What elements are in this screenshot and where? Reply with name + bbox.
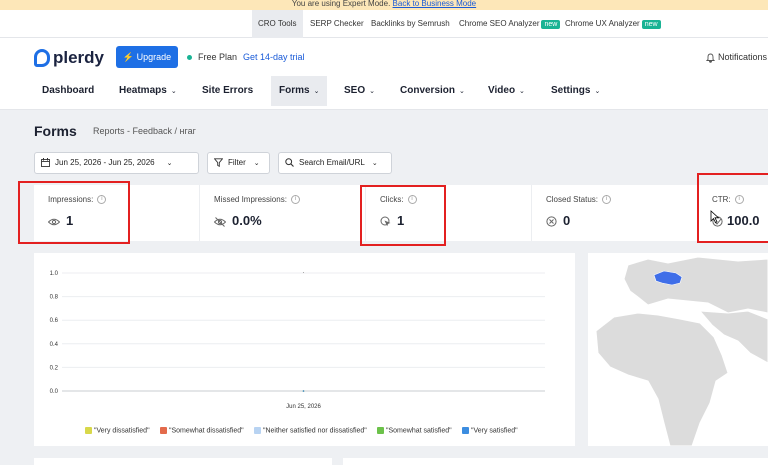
upgrade-button[interactable]: ⚡ Upgrade	[116, 46, 178, 68]
data-point	[302, 390, 305, 392]
bell-icon	[705, 53, 716, 63]
new-badge: new	[641, 20, 661, 29]
logo-mark-icon	[34, 49, 50, 67]
y-tick-label: 0.8	[50, 295, 59, 301]
nav-video[interactable]: Video ⌄	[480, 76, 533, 106]
eye-off-icon	[213, 216, 227, 227]
chevron-down-icon: ⌄	[459, 88, 465, 95]
legend-checkbox-icon[interactable]	[254, 427, 261, 434]
y-tick-label: 0.6	[50, 318, 59, 324]
plan-info: Free Plan Get 14-day trial	[187, 52, 305, 62]
chevron-down-icon: ⌄	[369, 88, 375, 95]
page-title: Forms	[34, 123, 77, 139]
legend-item[interactable]: "Somewhat satisfied"	[377, 427, 452, 434]
legend-checkbox-icon[interactable]	[377, 427, 384, 434]
legend-item[interactable]: "Very dissatisfied"	[85, 427, 150, 434]
app-header: plerdy ⚡ Upgrade Free Plan Get 14-day tri…	[0, 38, 768, 76]
legend-label: "Somewhat satisfied"	[386, 427, 452, 435]
tools-tabbar: CRO Tools SERP Checker Backlinks by Semr…	[0, 10, 768, 38]
bottom-card-right	[343, 458, 768, 465]
y-tick-label: 1.0	[50, 271, 59, 277]
highlight-box-impressions	[18, 181, 130, 244]
legend-checkbox-icon[interactable]	[85, 427, 92, 434]
legend-item[interactable]: "Somewhat dissatisfied"	[160, 427, 244, 434]
feedback-chart-card: 1.0 0.8 0.6 0.4 0.2 0.0 Jun 25, 2026 "Very dis…	[34, 253, 575, 446]
logo-text: plerdy	[53, 48, 105, 67]
x-tick-label: Jun 25, 2026	[286, 404, 321, 410]
nav-heatmaps[interactable]: Heatmaps ⌄	[111, 76, 185, 106]
y-tick-label: 0.0	[50, 389, 59, 395]
chevron-down-icon: ⌄	[519, 88, 525, 95]
calendar-icon	[41, 158, 50, 168]
legend-label: "Somewhat dissatisfied"	[169, 427, 244, 435]
mode-banner: You are using Expert Mode. Back to Busin…	[0, 0, 768, 10]
nav-forms[interactable]: Forms ⌄	[271, 76, 327, 106]
legend-checkbox-icon[interactable]	[160, 427, 167, 434]
world-map	[588, 253, 768, 446]
country-map-card	[588, 253, 768, 446]
trial-link[interactable]: Get 14-day trial	[243, 52, 305, 62]
breadcrumb: Reports - Feedback / нгаг	[93, 126, 196, 136]
notifications-button[interactable]: Notifications	[705, 52, 767, 63]
plerdy-logo[interactable]: plerdy	[34, 48, 104, 68]
legend-label: "Neither satisfied nor dissatisfied"	[263, 427, 367, 435]
search-icon	[285, 158, 294, 168]
banner-text: You are using Expert Mode.	[291, 0, 391, 8]
search-dropdown[interactable]: Search Email/URL ⌄	[278, 152, 392, 174]
highlight-box-ctr	[697, 173, 768, 243]
lightning-icon: ⚡	[122, 52, 135, 62]
chevron-down-icon: ⌄	[166, 160, 173, 167]
chevron-down-icon: ⌄	[371, 160, 378, 167]
chevron-down-icon: ⌄	[253, 160, 260, 167]
tab-serp-checker[interactable]: SERP Checker	[304, 10, 370, 38]
chevron-down-icon: ⌄	[313, 88, 320, 95]
legend-item[interactable]: "Very satisfied"	[462, 427, 518, 434]
nav-site-errors[interactable]: Site Errors	[194, 76, 261, 106]
legend-checkbox-icon[interactable]	[462, 427, 469, 434]
tab-cro-tools[interactable]: CRO Tools	[252, 10, 303, 38]
chevron-down-icon: ⌄	[594, 88, 601, 95]
nav-settings[interactable]: Settings ⌄	[543, 76, 608, 106]
legend-item[interactable]: "Neither satisfied nor dissatisfied"	[254, 427, 367, 434]
info-icon[interactable]: i	[602, 195, 612, 205]
y-tick-label: 0.4	[50, 342, 59, 348]
stat-closed-status: Closed Status: i 0	[532, 185, 698, 241]
date-range-picker[interactable]: Jun 25, 2026 - Jun 25, 2026 ⌄	[34, 152, 199, 174]
y-tick-label: 0.2	[50, 365, 59, 371]
legend-label: "Very dissatisfied"	[94, 427, 150, 435]
back-to-business-link[interactable]: Back to Business Mode	[393, 0, 477, 8]
info-icon[interactable]: i	[290, 195, 300, 205]
status-dot-icon	[187, 55, 192, 61]
legend-label: "Very satisfied"	[471, 427, 518, 435]
chevron-down-icon: ⌄	[170, 88, 177, 95]
new-badge: new	[541, 20, 561, 29]
mouse-cursor-icon	[710, 210, 720, 223]
nav-conversion[interactable]: Conversion ⌄	[392, 76, 473, 106]
bottom-card-left	[34, 458, 332, 465]
filter-button[interactable]: Filter ⌄	[207, 152, 270, 174]
tab-chrome-ux-analyzer[interactable]: Chrome UX Analyzer new	[559, 10, 667, 38]
close-circle-icon	[546, 216, 557, 227]
stat-missed-impressions: Missed Impressions: i 0.0%	[200, 185, 366, 241]
feedback-line-chart: 1.0 0.8 0.6 0.4 0.2 0.0 Jun 25, 2026	[50, 271, 545, 410]
main-nav: Dashboard Heatmaps ⌄ Site Errors Forms ⌄ S…	[0, 76, 768, 110]
funnel-icon	[213, 158, 224, 168]
tab-backlinks[interactable]: Backlinks by Semrush	[365, 10, 456, 38]
nav-seo[interactable]: SEO ⌄	[336, 76, 383, 106]
highlight-box-clicks	[360, 185, 446, 246]
nav-dashboard[interactable]: Dashboard	[34, 76, 102, 106]
tab-chrome-seo-analyzer[interactable]: Chrome SEO Analyzer new	[453, 10, 566, 38]
plan-label: Free Plan	[198, 52, 238, 62]
